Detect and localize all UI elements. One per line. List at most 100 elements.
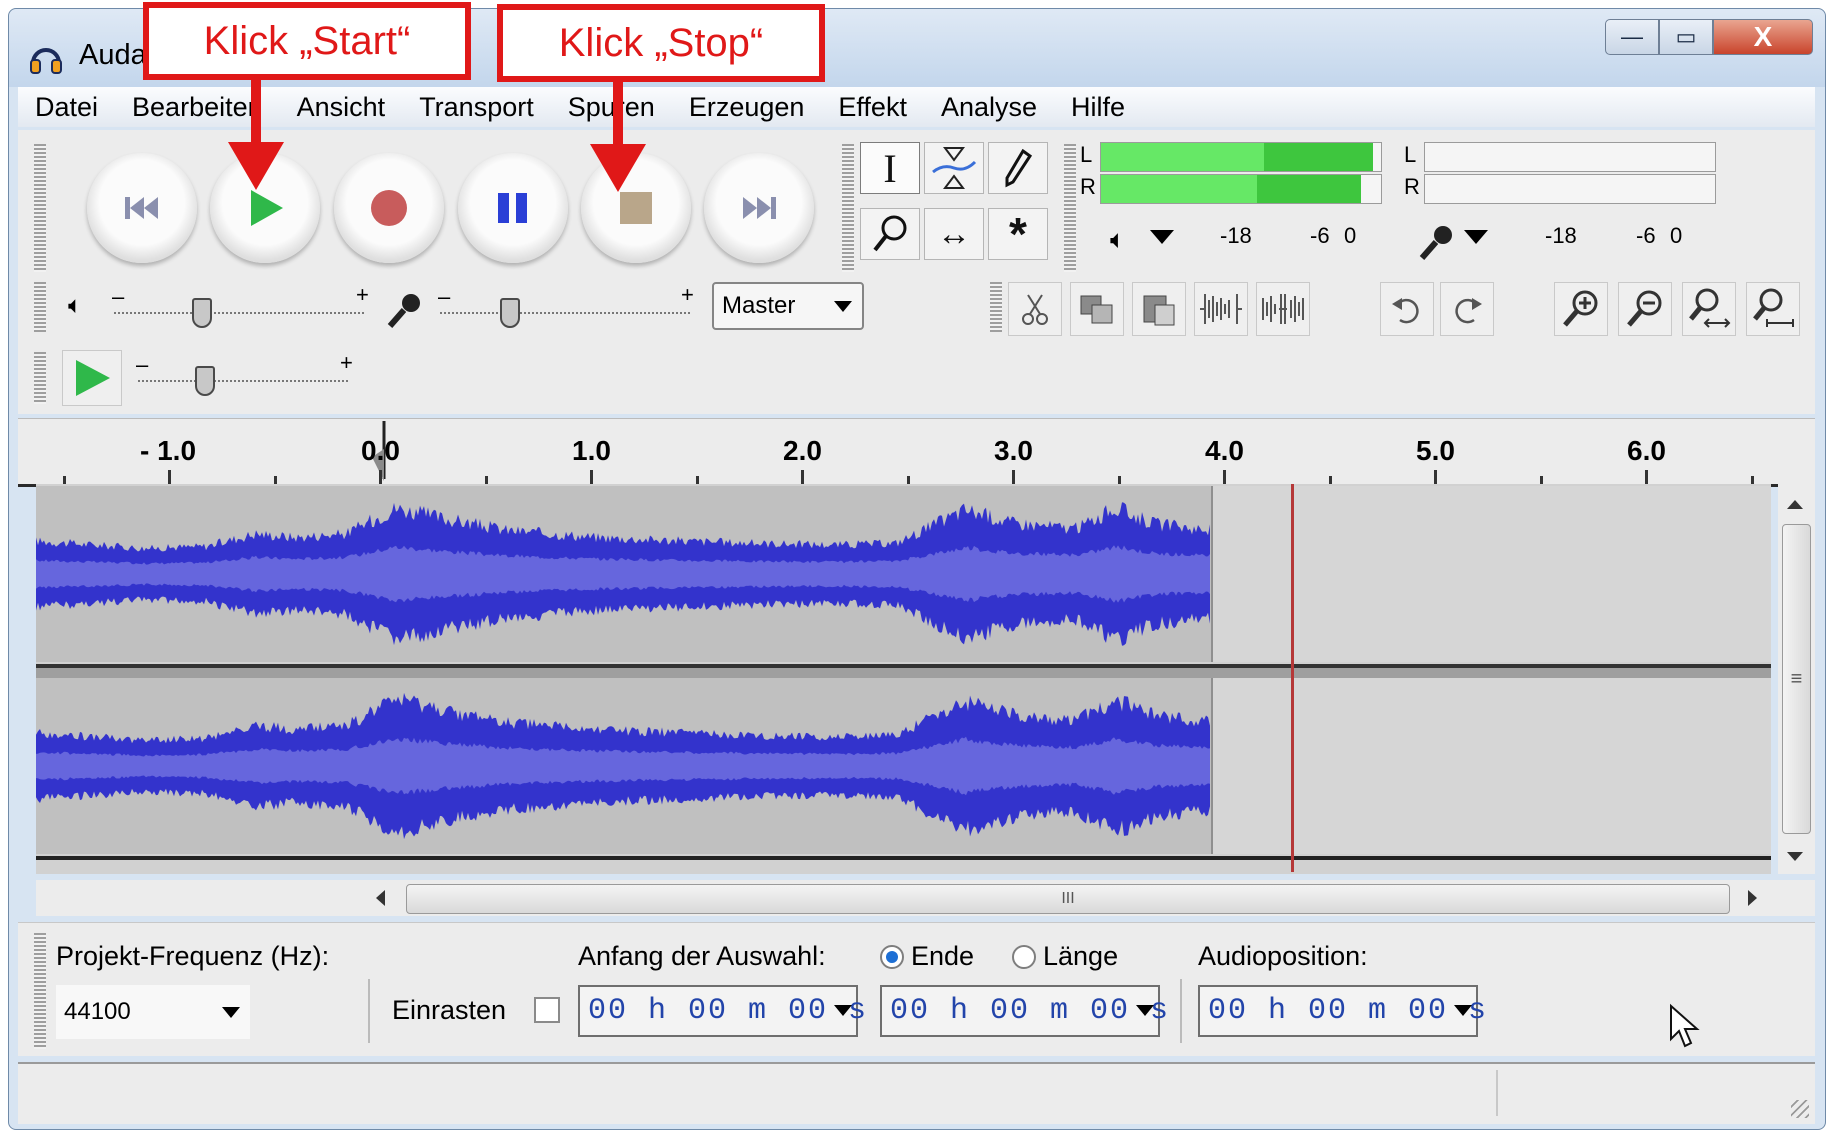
menu-transport[interactable]: Transport — [402, 92, 551, 123]
toolbar-grip[interactable] — [34, 282, 46, 332]
audio-position-value: 00 h 00 m 00 s — [1208, 994, 1489, 1028]
selection-start-time[interactable]: 00 h 00 m 00 s — [578, 985, 866, 1037]
vertical-scroll-thumb[interactable]: ≡ — [1782, 524, 1811, 834]
divider — [1180, 979, 1182, 1043]
draw-tool-button[interactable] — [988, 142, 1048, 194]
ruler-tick — [1329, 476, 1332, 484]
end-radio[interactable] — [880, 945, 904, 969]
vertical-scrollbar[interactable]: ≡ — [1778, 484, 1815, 874]
scroll-left-arrow[interactable] — [376, 890, 385, 906]
ibeam-icon: I — [883, 145, 897, 191]
ruler-label: 2.0 — [783, 435, 822, 466]
ruler-tick — [1434, 470, 1437, 484]
stop-icon — [620, 192, 652, 224]
trim-icon — [1200, 294, 1242, 324]
output-volume-track[interactable] — [114, 310, 364, 314]
tools-toolbar: I ↔ * — [860, 142, 1060, 272]
scroll-right-arrow[interactable] — [1748, 890, 1757, 906]
ruler-tick — [168, 470, 171, 484]
record-button[interactable] — [334, 153, 444, 263]
selection-end-value: 00 h 00 m 00 s — [890, 994, 1171, 1028]
toolbar-grip[interactable] — [34, 933, 46, 1049]
ruler-tick — [1223, 470, 1226, 484]
chevron-down-icon — [1454, 1005, 1472, 1016]
paste-button[interactable] — [1132, 282, 1186, 336]
input-volume-track[interactable] — [440, 310, 690, 314]
timeline-ruler[interactable]: - 1.0 0.0 1.0 2.0 3.0 4.0 5.0 6.0 — [18, 418, 1815, 487]
menu-hilfe[interactable]: Hilfe — [1054, 92, 1142, 123]
close-button[interactable]: X — [1713, 19, 1813, 55]
menu-erzeugen[interactable]: Erzeugen — [672, 92, 822, 123]
ruler-tick — [1540, 476, 1543, 484]
play-speed-track[interactable] — [138, 378, 348, 382]
redo-button[interactable] — [1440, 282, 1494, 336]
fit-project-icon — [1753, 288, 1794, 327]
envelope-tool-button[interactable] — [924, 142, 984, 194]
toolbar-grip[interactable] — [34, 144, 46, 272]
menu-analyse[interactable]: Analyse — [924, 92, 1054, 123]
record-meter-L-label: L — [1404, 142, 1417, 167]
scroll-grip-icon: III — [1061, 890, 1075, 907]
multi-tool-button[interactable]: * — [988, 208, 1048, 260]
redo-icon — [1455, 298, 1482, 324]
length-radio[interactable] — [1012, 945, 1036, 969]
toolbar-grip[interactable] — [34, 352, 46, 404]
track-bottom-border — [36, 856, 1771, 860]
copy-button[interactable] — [1070, 282, 1124, 336]
horizontal-scroll-thumb[interactable]: III — [406, 884, 1730, 914]
zoom-in-button[interactable] — [1554, 282, 1608, 336]
fit-project-button[interactable] — [1746, 282, 1800, 336]
audio-position-time[interactable]: 00 h 00 m 00 s — [1198, 985, 1486, 1037]
menu-effekt[interactable]: Effekt — [821, 92, 924, 123]
selection-tool-button[interactable]: I — [860, 142, 920, 194]
selection-start-value: 00 h 00 m 00 s — [588, 994, 869, 1028]
toolbar-grip[interactable] — [842, 144, 854, 272]
resize-grip-icon[interactable] — [1791, 1100, 1809, 1118]
slider-plus-label: + — [340, 350, 353, 375]
play-speed-thumb[interactable] — [195, 366, 215, 396]
play-icon — [76, 360, 110, 396]
input-source-select[interactable]: Master — [712, 282, 864, 330]
zoom-tool-button[interactable] — [860, 208, 920, 260]
play-at-speed-button[interactable] — [62, 350, 122, 406]
microphone-icon — [1419, 226, 1452, 260]
output-volume-thumb[interactable] — [192, 298, 212, 328]
selection-end-time[interactable]: 00 h 00 m 00 s — [880, 985, 1168, 1037]
skip-to-start-button[interactable] — [87, 153, 197, 263]
play-icon — [251, 190, 283, 226]
playback-meter-R-label: R — [1080, 174, 1096, 199]
skip-to-end-button[interactable] — [704, 153, 814, 263]
asterisk-icon: * — [1009, 208, 1027, 260]
divider — [1496, 1070, 1498, 1116]
tracks-area[interactable] — [36, 484, 1771, 874]
silence-button[interactable] — [1256, 282, 1310, 336]
pause-button[interactable] — [458, 153, 568, 263]
cut-button[interactable] — [1008, 282, 1062, 336]
audio-track-right-channel[interactable] — [36, 678, 1771, 854]
input-volume-thumb[interactable] — [500, 298, 520, 328]
meter-tick-label: -18 — [1545, 223, 1577, 248]
audio-track-left-channel[interactable] — [36, 486, 1771, 662]
undo-button[interactable] — [1380, 282, 1434, 336]
timeshift-tool-button[interactable]: ↔ — [924, 208, 984, 260]
slider-minus-label: – — [112, 284, 125, 309]
maximize-button[interactable]: ▭ — [1659, 19, 1713, 55]
zoom-out-button[interactable] — [1618, 282, 1672, 336]
scroll-down-arrow[interactable] — [1787, 852, 1803, 861]
snap-checkbox[interactable] — [534, 997, 560, 1023]
record-meter-dropdown[interactable] — [1464, 230, 1488, 244]
ruler-tick — [696, 476, 699, 484]
horizontal-scrollbar[interactable]: III — [36, 880, 1815, 916]
minimize-button[interactable]: — — [1605, 19, 1659, 55]
menu-ansicht[interactable]: Ansicht — [280, 92, 403, 123]
playback-meter-dropdown[interactable] — [1150, 230, 1174, 244]
toolbar-grip[interactable] — [990, 282, 1002, 332]
trim-button[interactable] — [1194, 282, 1248, 336]
menu-datei[interactable]: Datei — [18, 92, 115, 123]
meter-tick-label: 0 — [1670, 223, 1683, 248]
chevron-down-icon — [834, 1005, 852, 1016]
scroll-up-arrow[interactable] — [1787, 500, 1803, 509]
project-rate-select[interactable]: 44100 — [56, 985, 250, 1039]
toolbar-grip[interactable] — [1064, 144, 1076, 272]
fit-selection-button[interactable] — [1682, 282, 1736, 336]
